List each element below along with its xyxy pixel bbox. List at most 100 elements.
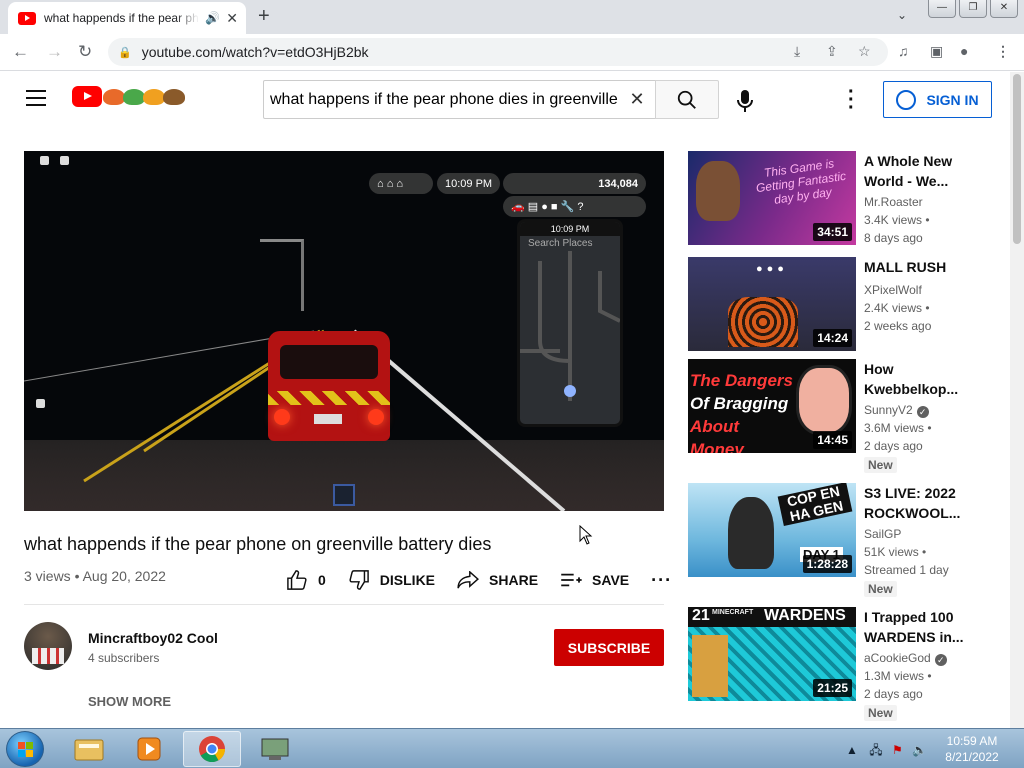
rec-channel[interactable]: SailGP [864,527,901,541]
thumb-face [796,365,852,435]
video-info: 3 views • Aug 20, 2022 [24,568,166,584]
rec-title: S3 LIVE: 2022 ROCKWOOL... [864,485,961,521]
sign-in-button[interactable]: SIGN IN [883,81,992,118]
rec-channel[interactable]: SunnyV2 ✓ [864,403,929,418]
search-button[interactable] [655,80,719,119]
address-bar[interactable]: 🔒 youtube.com/watch?v=etdO3HjB2bk [108,38,888,66]
save-label: SAVE [592,572,630,588]
new-badge: New [864,457,897,473]
rec-video-3[interactable]: The Dangers Of Bragging About Money 14:4… [688,359,988,473]
lock-icon[interactable]: 🔒 [118,46,132,59]
media-controls-icon[interactable]: ♫ [898,43,909,59]
rec-thumbnail[interactable]: ●●● 14:24 [688,257,856,351]
rec-views: 51K views • [864,545,927,559]
video-duration: 14:24 [813,329,852,347]
video-duration: 34:51 [813,223,852,241]
tab-close-icon[interactable]: ✕ [226,10,238,27]
rec-date: 2 weeks ago [864,319,932,333]
rec-thumbnail[interactable]: 21 MINECRAFT WARDENS 21:25 [688,607,856,701]
chrome-taskbar-button[interactable] [183,731,241,767]
show-hidden-icons-icon[interactable]: ▲ [846,743,858,757]
minimize-button[interactable]: — [928,0,956,18]
rec-video-5[interactable]: 21 MINECRAFT WARDENS 21:25 I Trapped 100… [688,607,988,721]
forward-arrow-icon[interactable]: → [46,42,63,62]
save-button[interactable]: SAVE [560,572,629,588]
video-duration: 21:25 [813,679,852,697]
rec-video-2[interactable]: ●●● 14:24 MALL RUSH XPixelWolf 2.4K view… [688,257,988,367]
taskbar-clock[interactable]: 10:59 AM 8/21/2022 [936,733,1008,765]
media-player-taskbar-button[interactable] [120,731,178,767]
show-more-button[interactable]: SHOW MORE [88,694,171,709]
fire-suv [268,331,390,441]
search-input[interactable] [270,90,619,109]
app-taskbar-button[interactable] [246,731,304,767]
phone-map [520,251,620,401]
thumb-dots: ●●● [756,263,788,275]
dislike-button[interactable]: DISLIKE [348,570,435,590]
rec-views: 3.6M views • [864,421,932,435]
channel-avatar[interactable] [24,622,72,670]
rec-channel[interactable]: Mr.Roaster [864,195,923,209]
more-actions-icon[interactable]: ··· [651,570,672,591]
video-duration: 14:45 [813,431,852,449]
rec-channel[interactable]: XPixelWolf [864,283,922,297]
thumbs-down-icon [349,570,369,590]
account-icon [896,89,917,110]
back-arrow-icon[interactable]: ← [12,42,29,62]
start-button[interactable] [6,731,44,767]
rec-views: 3.4K views • [864,213,930,227]
share-page-icon[interactable]: ⇪ [826,43,838,60]
microphone-icon[interactable] [735,89,755,118]
roblox-menu-icon [40,156,49,165]
page-scrollbar[interactable] [1010,72,1024,728]
tab-search-chevron-icon[interactable]: ⌄ [897,8,907,22]
rec-channel[interactable]: aCookieGod ✓ [864,651,947,666]
dislike-label: DISLIKE [379,572,436,588]
browser-toolbar: ← → ↻ 🔒 youtube.com/watch?v=etdO3HjB2bk … [0,34,1024,71]
folder-icon [74,739,104,761]
network-icon[interactable]: 🖧 [869,743,882,757]
rec-thumbnail[interactable]: This Game is Getting Fantastic day by da… [688,151,856,245]
explorer-taskbar-button[interactable] [60,731,118,767]
speaker-icon[interactable]: 🔊 [205,11,220,25]
rec-title: How Kwebbelkop... [864,361,959,397]
bookmark-star-icon[interactable]: ☆ [858,43,871,60]
scrollbar-thumb[interactable] [1013,74,1021,244]
channel-name[interactable]: Mincraftboy02 Cool [88,630,218,646]
close-window-button[interactable]: ✕ [990,0,1018,18]
side-panel-icon[interactable]: ▣ [930,43,943,60]
hud-time: 10:09 PM [437,173,501,194]
rec-thumbnail[interactable]: COP EN HA GEN DAY 1 1:28:28 [688,483,856,577]
youtube-play-logo-icon [72,86,102,107]
thumb-game: MINECRAFT [712,609,754,616]
thumb-number: 21 [692,607,710,624]
rec-video-1[interactable]: This Game is Getting Fantastic day by da… [688,151,988,261]
youtube-header: ✕ ··· SIGN IN [0,72,1010,128]
youtube-logo[interactable] [72,86,185,107]
rec-video-4[interactable]: COP EN HA GEN DAY 1 1:28:28 S3 LIVE: 202… [688,483,988,597]
hud-money: 134,084 [503,173,646,194]
clock-time: 10:59 AM [946,734,998,748]
volume-icon[interactable]: 🔈 [912,743,927,757]
action-center-icon[interactable]: ⚑ [892,743,903,757]
phone-time: 10:09 PM [520,222,620,236]
profile-icon[interactable]: ● [960,43,968,59]
settings-more-icon[interactable]: · · · [848,82,855,118]
search-box[interactable]: ✕ [263,80,656,119]
lock-game-icon [36,399,45,408]
share-button[interactable]: SHARE [457,571,538,589]
rec-thumbnail[interactable]: The Dangers Of Bragging About Money 14:4… [688,359,856,453]
reload-icon[interactable]: ↻ [78,42,92,62]
browser-tab[interactable]: what happends if the pear phone 🔊 ✕ [8,2,246,34]
new-tab-plus-icon[interactable]: + [258,5,270,28]
monitor-app-icon [261,738,289,760]
like-button[interactable]: 0 [286,570,326,590]
subscribe-button[interactable]: SUBSCRIBE [554,629,664,666]
clear-search-icon[interactable]: ✕ [619,89,655,110]
thumb-headline: WARDENS [764,607,846,624]
install-icon[interactable]: ⤓ [794,43,800,60]
hamburger-menu-icon[interactable] [26,90,46,106]
restore-button[interactable]: ❐ [959,0,987,18]
chrome-menu-icon[interactable]: ⋮ [996,43,1010,60]
video-player[interactable]: ⌂ ⌂ ⌂ 10:09 PM 134,084 🚗 ▤ ● ■ 🔧 ? 10:09… [24,151,664,511]
